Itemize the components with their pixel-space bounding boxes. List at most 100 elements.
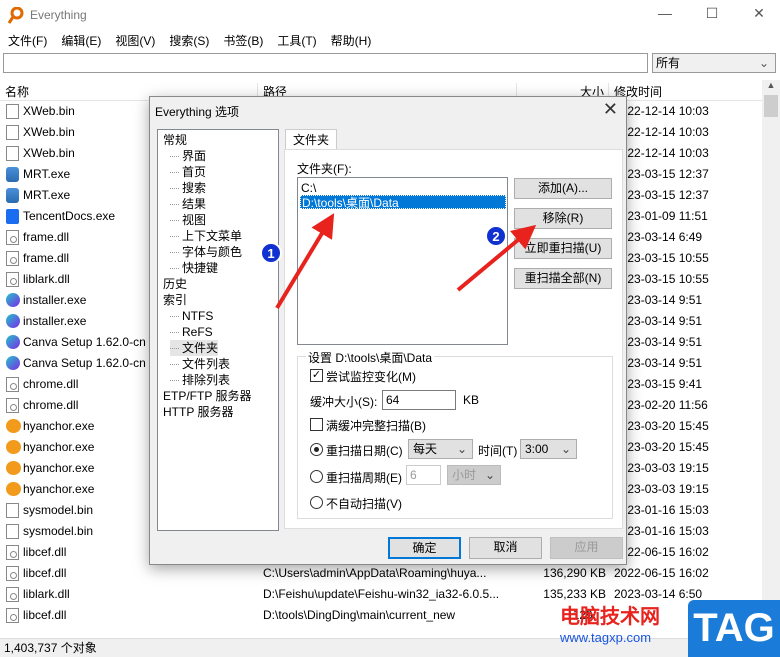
time-dropdown[interactable]: 3:00 ⌄: [520, 439, 577, 459]
tab-folders[interactable]: 文件夹: [285, 129, 337, 150]
vertical-scrollbar[interactable]: ▲: [762, 80, 780, 638]
file-icon: [6, 104, 19, 119]
file-date: 2022-12-14 10:03: [614, 125, 709, 139]
period-input[interactable]: 6: [406, 465, 441, 485]
menu-view[interactable]: 视图(V): [115, 34, 155, 48]
chevron-down-icon: ⌄: [484, 468, 495, 482]
options-tree: 常规 界面 首页 搜索 结果 视图 上下文菜单 字体与颜色 快捷键 历史 索引 NTFS ReFS 文件夹…: [157, 129, 279, 531]
menu-bookmarks[interactable]: 书签(B): [223, 34, 263, 48]
remove-folder-button[interactable]: 移除(R): [514, 208, 612, 229]
tree-item[interactable]: 结果: [170, 196, 206, 212]
file-date: 2022-06-15 16:02: [614, 566, 709, 580]
file-icon: [6, 524, 19, 539]
huya-icon: [6, 461, 21, 475]
monitor-checkbox[interactable]: ✓: [310, 369, 323, 382]
tree-item[interactable]: 索引: [163, 292, 187, 308]
tree-item[interactable]: 字体与颜色: [170, 244, 242, 260]
rescan-day-value: 每天: [413, 442, 438, 456]
canva-icon: [6, 293, 20, 307]
tree-item[interactable]: 界面: [170, 148, 206, 164]
file-name: hyanchor.exe: [23, 482, 95, 496]
column-date[interactable]: 修改时间: [609, 83, 762, 101]
file-path: C:\Users\admin\AppData\Roaming\huya...: [263, 566, 487, 580]
tencent-docs-icon: [6, 209, 19, 224]
minimize-button[interactable]: —: [650, 5, 680, 25]
tree-item[interactable]: 快捷键: [170, 260, 218, 276]
menu-file[interactable]: 文件(F): [8, 34, 47, 48]
add-folder-button[interactable]: 添加(A)...: [514, 178, 612, 199]
rescan-now-button[interactable]: 立即重扫描(U): [514, 238, 612, 259]
folders-listbox[interactable]: C:\ D:\tools\桌面\Data: [297, 177, 508, 345]
menu-tools[interactable]: 工具(T): [277, 34, 316, 48]
tree-item[interactable]: 文件列表: [170, 356, 230, 372]
file-date: 2023-03-14 9:51: [614, 356, 703, 370]
file-name: libcef.dll: [23, 566, 67, 580]
tree-item[interactable]: 搜索: [170, 180, 206, 196]
file-name: Canva Setup 1.62.0-cn: [23, 335, 146, 349]
table-row[interactable]: libcef.dll C:\Users\admin\AppData\Roamin…: [0, 563, 762, 584]
dll-icon: [6, 587, 19, 602]
tree-item[interactable]: ReFS: [170, 324, 213, 340]
tree-item[interactable]: 视图: [170, 212, 206, 228]
scroll-up-icon[interactable]: ▲: [762, 80, 780, 90]
tree-item[interactable]: HTTP 服务器: [163, 404, 233, 420]
huya-icon: [6, 419, 21, 433]
tree-item[interactable]: 历史: [163, 276, 187, 292]
file-date: 2023-01-16 15:03: [614, 503, 709, 517]
apply-button[interactable]: 应用: [550, 537, 623, 559]
tree-item[interactable]: NTFS: [170, 308, 213, 324]
dialog-close-button[interactable]: ✕: [603, 99, 618, 120]
tree-item[interactable]: 上下文菜单: [170, 228, 242, 244]
tree-item[interactable]: 常规: [163, 132, 187, 148]
no-auto-scan-radio[interactable]: [310, 496, 323, 509]
chevron-down-icon: ⌄: [456, 442, 467, 456]
dll-icon: [6, 608, 19, 623]
folders-panel: 文件夹(F): C:\ D:\tools\桌面\Data 添加(A)... 移除…: [284, 149, 623, 529]
tree-item[interactable]: 首页: [170, 164, 206, 180]
menu-help[interactable]: 帮助(H): [331, 34, 372, 48]
menu-edit[interactable]: 编辑(E): [61, 34, 101, 48]
full-scan-checkbox[interactable]: [310, 418, 323, 431]
tree-item[interactable]: 排除列表: [170, 372, 230, 388]
file-name: XWeb.bin: [23, 146, 75, 160]
folder-settings-group: 设置 D:\tools\桌面\Data ✓ 尝试监控变化(M) 缓冲大小(S):…: [297, 349, 613, 519]
file-date: 2023-03-15 10:55: [614, 272, 709, 286]
close-button[interactable]: ✕: [744, 5, 774, 25]
maximize-button[interactable]: ☐: [697, 5, 727, 25]
canva-icon: [6, 314, 20, 328]
folders-label: 文件夹(F):: [297, 162, 352, 176]
dll-icon: [6, 251, 19, 266]
scroll-thumb[interactable]: [764, 95, 778, 117]
search-input[interactable]: [3, 53, 648, 73]
cancel-button[interactable]: 取消: [469, 537, 542, 559]
title-bar: Everything — ☐ ✕: [0, 0, 780, 31]
rescan-date-radio[interactable]: [310, 443, 323, 456]
filter-dropdown[interactable]: 所有 ⌄: [652, 53, 776, 73]
folder-item[interactable]: C:\: [300, 181, 316, 195]
huya-icon: [6, 482, 21, 496]
full-scan-label: 满缓冲完整扫描(B): [326, 419, 426, 433]
rescan-period-radio[interactable]: [310, 470, 323, 483]
canva-icon: [6, 335, 20, 349]
file-date: 2023-03-14 6:49: [614, 230, 703, 244]
file-name: installer.exe: [23, 314, 87, 328]
rescan-day-dropdown[interactable]: 每天 ⌄: [408, 439, 473, 459]
ok-button[interactable]: 确定: [388, 537, 461, 559]
menu-search[interactable]: 搜索(S): [169, 34, 209, 48]
rescan-all-button[interactable]: 重扫描全部(N): [514, 268, 612, 289]
period-unit-dropdown[interactable]: 小时 ⌄: [447, 465, 501, 485]
dll-icon: [6, 566, 19, 581]
file-name: frame.dll: [23, 251, 70, 265]
buffer-size-input[interactable]: 64: [382, 390, 456, 410]
file-date: 2023-01-09 11:51: [614, 209, 708, 223]
tree-item[interactable]: 文件夹: [170, 340, 219, 356]
file-date: 2023-01-16 15:03: [614, 524, 709, 538]
file-date: 2023-03-03 19:15: [614, 461, 709, 475]
folder-item-selected[interactable]: D:\tools\桌面\Data: [300, 195, 506, 210]
file-icon: [6, 146, 19, 161]
dll-icon: [6, 377, 19, 392]
file-name: liblark.dll: [23, 587, 70, 601]
tree-item[interactable]: ETP/FTP 服务器: [163, 388, 251, 404]
file-name: XWeb.bin: [23, 125, 75, 139]
file-date: 2023-03-15 12:37: [614, 188, 709, 202]
